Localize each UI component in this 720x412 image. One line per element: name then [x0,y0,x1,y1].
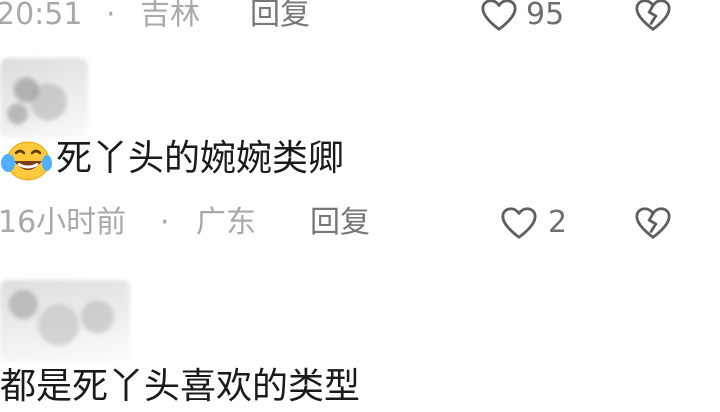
heart-outline-icon[interactable] [480,0,518,33]
avatar[interactable] [0,280,130,362]
comment-2-body: 死丫头的婉婉类卿 [56,138,345,179]
meta-separator: · [160,205,170,240]
comment-2-meta-row: 16小时前 · 广东 回复 2 [0,200,720,246]
comment-location: 吉林 [140,0,200,32]
heart-outline-icon[interactable] [500,205,538,241]
comment-2-text: 死丫头的婉婉类卿 [0,134,344,184]
like-count: 95 [526,0,565,32]
avatar[interactable] [0,58,88,138]
broken-heart-icon[interactable] [634,205,672,241]
comment-1-meta-row: 20:51 · 吉林 回复 95 [0,0,720,38]
meta-separator: · [106,0,116,32]
comment-time: 16小时前 [0,205,127,240]
like-count: 2 [548,205,568,240]
broken-heart-icon[interactable] [634,0,672,33]
reply-button[interactable]: 回复 [310,200,370,246]
crying-laughing-emoji-icon [1,141,52,181]
reply-button[interactable]: 回复 [250,0,310,38]
comment-time: 20:51 [0,0,83,32]
comment-location: 广东 [196,205,256,240]
